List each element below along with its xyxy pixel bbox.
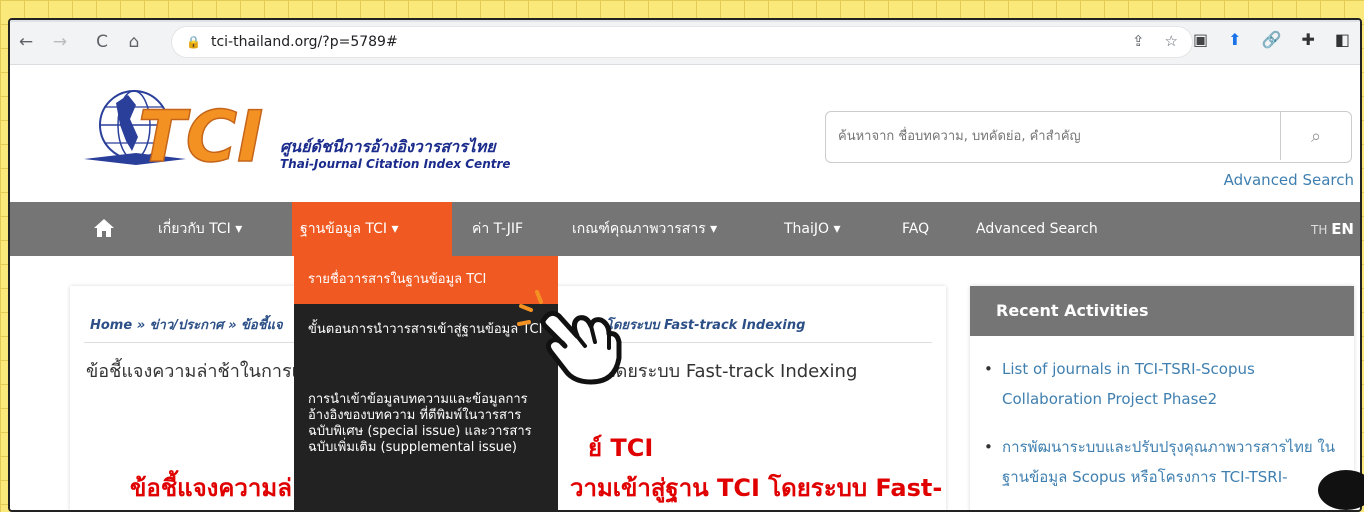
extension-shield-icon[interactable]: ⬆	[1228, 30, 1241, 49]
advanced-search-link[interactable]: Advanced Search	[1224, 171, 1354, 189]
language-switcher: TH EN	[1311, 202, 1354, 257]
recent-activity-item[interactable]: List of journals in TCI-TSRI-Scopus Coll…	[984, 354, 1354, 414]
main-nav: เกี่ยวกับ TCI ▾ ฐานข้อมูล TCI ▾ ค่า T-JI…	[10, 202, 1360, 256]
lock-icon: 🔒	[186, 35, 201, 49]
address-bar[interactable]: 🔒 tci-thailand.org/?p=5789# ⇪ ☆	[172, 27, 1192, 57]
side-panel-icon[interactable]: ◧	[1335, 30, 1350, 49]
lang-th[interactable]: TH	[1311, 223, 1327, 237]
nav-tjif[interactable]: ค่า T-JIF	[472, 202, 523, 256]
lang-en[interactable]: EN	[1331, 220, 1354, 238]
reload-icon[interactable]: C	[90, 30, 114, 54]
page-title: ข้อชี้แจงความล่าช้าในการเ	[86, 361, 298, 382]
breadcrumb-tail: โดยระบบ Fast-track Indexing	[606, 318, 806, 333]
brand-english-name: Thai-Journal Citation Index Centre	[280, 157, 511, 171]
share-icon[interactable]: ⇪	[1132, 32, 1145, 50]
dropdown-item-submission-steps[interactable]: ขั้นตอนการนำวารสารเข้าสู่ฐานข้อมูล TCI	[294, 322, 544, 338]
extension-chat-icon[interactable]: ▣	[1193, 30, 1208, 49]
logo-text: TCI	[138, 96, 263, 171]
breadcrumb[interactable]: Home » ข่าว/ประกาศ » ข้อชี้แจ	[90, 314, 283, 335]
nav-advanced-search[interactable]: Advanced Search	[976, 202, 1098, 256]
search-input[interactable]	[826, 112, 1266, 160]
nav-tci-database[interactable]: ฐานข้อมูล TCI ▾	[292, 202, 452, 256]
hand-pointer-icon	[517, 290, 622, 385]
red-subheading: ข้อชี้แจงความล่	[130, 474, 292, 502]
red-subheading-tail: วามเข้าสู่ฐาน TCI โดยระบบ Fast-	[570, 474, 943, 502]
recent-activities-title: Recent Activities	[970, 286, 1354, 336]
nav-about-tci[interactable]: เกี่ยวกับ TCI ▾	[158, 202, 242, 256]
recent-activity-item[interactable]: การพัฒนาระบบและปรับปรุงคุณภาพวารสารไทย ใ…	[984, 432, 1354, 492]
extension-link-icon[interactable]: 🔗	[1262, 30, 1282, 49]
search-icon[interactable]: ⌕	[1280, 112, 1351, 160]
site-search: ⌕	[825, 111, 1352, 163]
home-nav-icon[interactable]	[92, 216, 116, 240]
tab-strip	[10, 20, 1360, 22]
forward-icon[interactable]: →	[48, 30, 72, 54]
bookmark-star-icon[interactable]: ☆	[1165, 32, 1178, 50]
dropdown-item-special-issue[interactable]: การนำเข้าข้อมูลบทความและข้อมูลการอ้างอิง…	[294, 392, 544, 456]
page-title-tail: โดยระบบ Fast-track Indexing	[606, 361, 858, 382]
url-text[interactable]: tci-thailand.org/?p=5789#	[211, 34, 398, 50]
nav-journal-criteria[interactable]: เกณฑ์คุณภาพวารสาร ▾	[572, 202, 717, 256]
red-heading: ย์ TCI	[588, 434, 654, 462]
recent-activities-panel: Recent Activities List of journals in TC…	[970, 286, 1354, 510]
home-icon[interactable]: ⌂	[122, 30, 146, 54]
browser-toolbar: ← → C ⌂ 🔒 tci-thailand.org/?p=5789# ⇪ ☆ …	[10, 20, 1360, 65]
browser-window: ← → C ⌂ 🔒 tci-thailand.org/?p=5789# ⇪ ☆ …	[8, 18, 1362, 512]
site-header: TCI ศูนย์ดัชนีการอ้างอิงวารสารไทย Thai-J…	[10, 65, 1360, 189]
nav-faq[interactable]: FAQ	[902, 202, 929, 256]
extensions-puzzle-icon[interactable]: ✚	[1301, 30, 1314, 49]
back-icon[interactable]: ←	[14, 30, 38, 54]
nav-thaijo[interactable]: ThaiJO ▾	[784, 202, 841, 256]
tci-logo[interactable]: TCI	[76, 85, 276, 171]
